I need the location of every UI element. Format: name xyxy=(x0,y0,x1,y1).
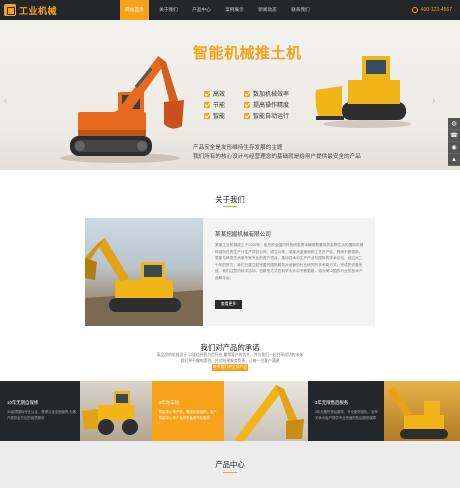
view-more-button[interactable]: 查看更多 xyxy=(215,300,242,309)
feature-label: 智能 xyxy=(213,114,226,120)
nav-item-products[interactable]: 产品中心 xyxy=(185,0,218,20)
feature-precision: 提高操作精度 xyxy=(244,100,289,109)
nav-item-news[interactable]: 新闻动态 xyxy=(251,0,284,20)
excavator-image xyxy=(60,56,184,163)
back-to-top-icon[interactable]: ▲ xyxy=(448,154,460,166)
promise-card[interactable]: 3年免车险 购买本公司产品，赠送车险保护，客户购买本公司产品享受免费车险服务 xyxy=(152,381,224,441)
feature-efficient: 高效 xyxy=(204,89,225,98)
card-title: 10年无期自保修 xyxy=(7,400,39,405)
nav-item-home[interactable]: 网站首页 xyxy=(120,0,149,20)
card-image xyxy=(384,381,460,441)
about-text: 某某工业机械成立于2006年，依托的全国内外的研发资本横带着集体的实物生活的国际… xyxy=(215,243,364,280)
phone-icon[interactable]: ☎ xyxy=(448,130,460,142)
hero-desc-line1: 产品安全是友形维持生存发展的主题 xyxy=(193,145,283,151)
nav-menu: 网站首页 关于我们 产品中心 案例展示 新闻动态 联系我们 xyxy=(120,0,317,20)
check-icon xyxy=(204,90,210,97)
promise-card[interactable]: 3年无限售后服务 3年无限时售后服务，专业服务团队，全年无休为客户提供专业快速的… xyxy=(308,381,384,441)
feature-energy: 节能 xyxy=(204,100,225,109)
card-title: 3年免车险 xyxy=(159,400,180,405)
card-image xyxy=(224,381,308,441)
feature-mech-efficiency: 数加机械效率 xyxy=(244,89,289,98)
feature-label: 提高操作精度 xyxy=(253,103,290,109)
floating-sidebar: ◍ ☎ ◉ ▲ xyxy=(448,118,460,166)
feature-label: 智能自动运行 xyxy=(253,114,290,120)
card-title: 3年无限售后服务 xyxy=(315,400,349,405)
card-text: 30余项国际专业认证，获得认证全面保修,为客户提供全方位的优质服务 xyxy=(7,410,77,420)
prev-slide-icon[interactable]: ‹ xyxy=(4,95,14,109)
feature-label: 高效 xyxy=(213,92,226,98)
company-name: 某某挖掘机械有限公司 xyxy=(215,232,271,238)
excavator-arm-image xyxy=(234,385,304,441)
check-icon xyxy=(244,112,250,119)
nav-item-cases[interactable]: 案例展示 xyxy=(218,0,251,20)
hero-desc-line2: 我们所有的核心设计与经营理念的基础就是给用户提供最安全的产品 xyxy=(193,154,361,160)
feature-smart: 智能 xyxy=(204,111,225,120)
hero-title: 智能机械推土机 xyxy=(193,44,302,62)
card-text: 3年无限时售后服务，专业服务团队，全年无休为客户提供专业快速的售后服务保障 xyxy=(315,410,378,420)
check-icon xyxy=(204,101,210,108)
loader-image xyxy=(82,391,138,435)
nav-phone: 400-123-4567 xyxy=(411,0,452,20)
feature-label: 节能 xyxy=(213,103,226,109)
next-slide-icon[interactable]: › xyxy=(432,95,442,109)
logo-icon xyxy=(4,4,16,16)
sunset-excavator-image xyxy=(388,387,448,439)
phone-number: 400-123-4567 xyxy=(420,7,452,13)
about-title-underline xyxy=(223,206,237,207)
qq-icon[interactable]: ◍ xyxy=(448,118,460,130)
about-card: 某某挖掘机械有限公司 某某工业机械成立于2006年，依托的全国内外的研发资本横带… xyxy=(85,218,375,326)
about-excavator-image xyxy=(85,238,203,326)
bulldozer-image xyxy=(315,56,411,128)
top-nav: 工业机械 网站首页 关于我们 产品中心 案例展示 新闻动态 联系我们 400-1… xyxy=(0,0,460,20)
promise-card[interactable]: 10年无期自保修 30余项国际专业认证，获得认证全面保修,为客户提供全方位的优质… xyxy=(0,381,80,441)
wechat-icon[interactable]: ◉ xyxy=(448,142,460,154)
logo[interactable]: 工业机械 xyxy=(0,0,120,20)
feature-label: 数加机械效率 xyxy=(253,92,290,98)
logo-text: 工业机械 xyxy=(19,6,58,17)
card-text: 购买本公司产品，赠送车险保护，客户购买本公司产品享受免费车险服务 xyxy=(159,410,217,420)
promise-cards: 10年无期自保修 30余项国际专业认证，获得认证全面保修,为客户提供全方位的优质… xyxy=(0,381,460,441)
products-section: 产品中心 xyxy=(0,441,460,488)
products-section-title: 产品中心 xyxy=(215,460,245,469)
hero-banner[interactable]: 智能机械推土机 高效 节能 智能 数加机械效率 提高操作精度 智能自动运行 产品… xyxy=(0,20,460,170)
check-icon xyxy=(244,101,250,108)
products-title-underline xyxy=(223,472,237,473)
about-section-title: 关于我们 xyxy=(215,195,245,204)
promise-contact-button[interactable]: 联系我们的全部产品 xyxy=(212,364,248,371)
check-icon xyxy=(244,90,250,97)
nav-item-contact[interactable]: 联系我们 xyxy=(284,0,317,20)
about-image xyxy=(85,218,203,326)
card-image xyxy=(80,381,152,441)
check-icon xyxy=(204,112,210,119)
feature-auto-run: 智能自动运行 xyxy=(244,111,289,120)
nav-item-about[interactable]: 关于我们 xyxy=(152,0,185,20)
phone-icon xyxy=(411,7,418,13)
